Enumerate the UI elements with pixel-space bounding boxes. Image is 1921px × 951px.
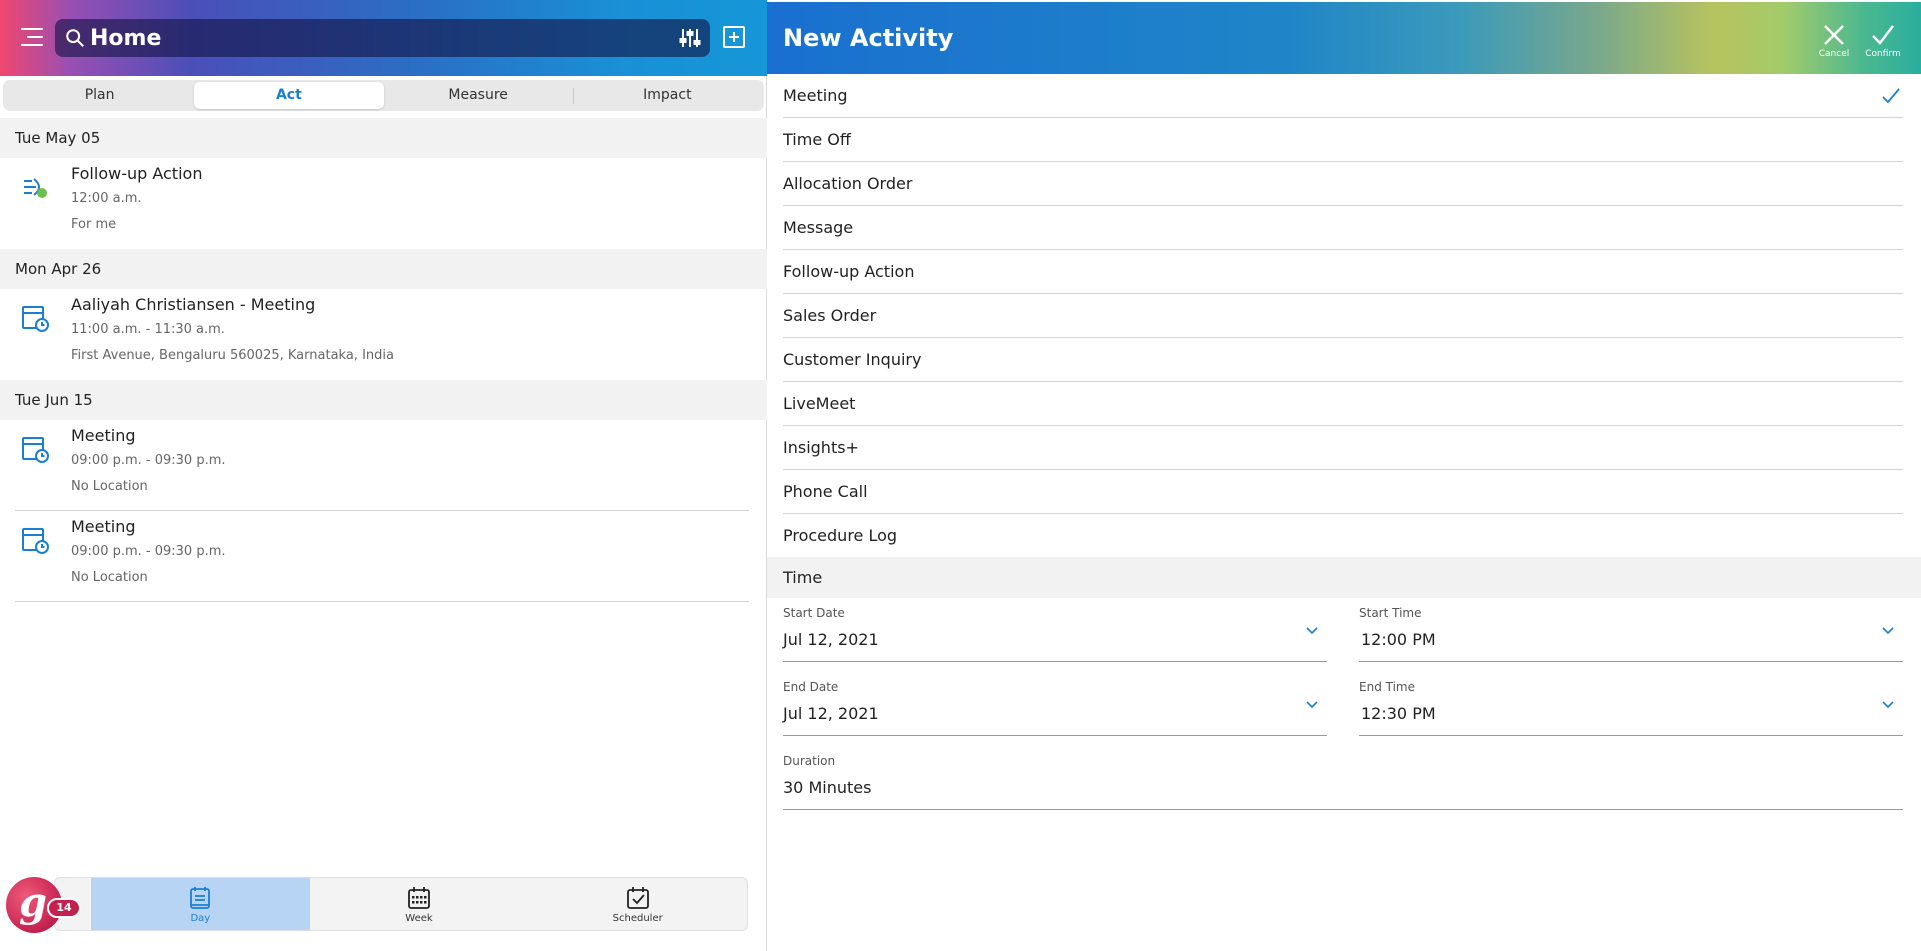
activity-item[interactable]: Follow-up Action 12:00 a.m. For me xyxy=(0,158,767,248)
activity-type-time-off[interactable]: Time Off xyxy=(783,118,1903,162)
activity-time: 09:00 p.m. - 09:30 p.m. xyxy=(71,453,226,468)
activity-type-meeting[interactable]: Meeting xyxy=(783,74,1903,118)
tab-measure[interactable]: Measure xyxy=(384,82,573,109)
top-bar: Home xyxy=(0,0,767,76)
new-activity-panel: New Activity Cancel Confirm Meeting Time… xyxy=(767,0,1921,951)
bottom-nav-label: Scheduler xyxy=(612,912,663,924)
time-section-header: Time xyxy=(767,557,1921,598)
bottom-nav: Day Week Scheduler xyxy=(54,877,748,931)
bottom-nav-day[interactable]: Day xyxy=(91,878,310,930)
bottom-nav-week[interactable]: Week xyxy=(310,878,529,930)
checkmark-icon xyxy=(1882,88,1900,104)
scheduler-icon xyxy=(626,886,649,909)
divider xyxy=(15,601,749,602)
field-value: 12:00 PM xyxy=(1361,630,1436,649)
bottom-nav-scheduler[interactable]: Scheduler xyxy=(528,878,747,930)
activity-type-label: Meeting xyxy=(783,86,848,105)
search-icon xyxy=(66,29,84,47)
field-label: Duration xyxy=(783,754,836,768)
tab-act[interactable]: Act xyxy=(194,82,384,109)
activity-detail: First Avenue, Bengaluru 560025, Karnatak… xyxy=(71,348,394,363)
field-label: Start Time xyxy=(1359,606,1422,620)
day-header: Tue May 05 xyxy=(0,118,767,158)
chevron-down-icon xyxy=(1882,701,1894,709)
activity-type-insights[interactable]: Insights+ xyxy=(783,426,1903,470)
panel-title: New Activity xyxy=(783,24,954,52)
activity-time: 11:00 a.m. - 11:30 a.m. xyxy=(71,322,225,337)
activity-item[interactable]: Aaliyah Christiansen - Meeting 11:00 a.m… xyxy=(0,289,767,380)
day-icon xyxy=(190,886,211,909)
panel-header: New Activity Cancel Confirm xyxy=(767,2,1921,74)
field-value: Jul 12, 2021 xyxy=(783,704,879,723)
activity-detail: No Location xyxy=(71,570,148,585)
activity-item[interactable]: Meeting 09:00 p.m. - 09:30 p.m. No Locat… xyxy=(0,511,767,602)
tab-impact[interactable]: Impact xyxy=(572,82,762,109)
meeting-icon xyxy=(22,306,49,332)
end-time-field[interactable]: End Time 12:30 PM xyxy=(1359,674,1903,736)
start-date-field[interactable]: Start Date Jul 12, 2021 xyxy=(783,600,1327,662)
filter-icon[interactable] xyxy=(678,26,702,50)
activity-detail: For me xyxy=(71,217,117,232)
activity-type-livemeet[interactable]: LiveMeet xyxy=(783,382,1903,426)
field-label: End Time xyxy=(1359,680,1415,694)
close-icon xyxy=(1824,25,1844,45)
chevron-down-icon xyxy=(1306,627,1318,635)
activity-item[interactable]: Meeting 09:00 p.m. - 09:30 p.m. No Locat… xyxy=(0,420,767,511)
activity-list-pane: Home Plan Act Measure Impact Tue May 05 … xyxy=(0,0,767,951)
field-label: End Date xyxy=(783,680,839,694)
activity-title: Follow-up Action xyxy=(71,164,203,183)
bottom-nav-label: Week xyxy=(405,912,433,924)
menu-icon[interactable] xyxy=(21,28,43,46)
meeting-icon xyxy=(22,528,49,554)
activity-type-phone-call[interactable]: Phone Call xyxy=(783,470,1903,514)
notification-badge: 14 xyxy=(47,898,81,918)
activity-title: Aaliyah Christiansen - Meeting xyxy=(71,295,316,314)
field-value: 12:30 PM xyxy=(1361,704,1436,723)
activity-title: Meeting xyxy=(71,517,136,536)
chevron-down-icon xyxy=(1882,627,1894,635)
chevron-down-icon xyxy=(1306,701,1318,709)
day-header: Tue Jun 15 xyxy=(0,380,767,420)
week-icon xyxy=(408,886,430,909)
confirm-label: Confirm xyxy=(1865,49,1901,59)
cancel-button[interactable]: Cancel xyxy=(1813,22,1855,59)
field-value: Jul 12, 2021 xyxy=(783,630,879,649)
confirm-button[interactable]: Confirm xyxy=(1862,22,1904,59)
cancel-label: Cancel xyxy=(1818,49,1850,59)
start-time-field[interactable]: Start Time 12:00 PM xyxy=(1359,600,1903,662)
end-date-field[interactable]: End Date Jul 12, 2021 xyxy=(783,674,1327,736)
duration-field[interactable]: Duration 30 Minutes xyxy=(783,748,1903,810)
activity-time: 09:00 p.m. - 09:30 p.m. xyxy=(71,544,226,559)
activity-type-allocation-order[interactable]: Allocation Order xyxy=(783,162,1903,206)
add-icon[interactable] xyxy=(722,25,746,49)
follow-up-icon xyxy=(24,178,47,198)
activity-title: Meeting xyxy=(71,426,136,445)
bottom-nav-label: Day xyxy=(190,912,211,924)
activity-type-sales-order[interactable]: Sales Order xyxy=(783,294,1903,338)
activity-detail: No Location xyxy=(71,479,148,494)
field-label: Start Date xyxy=(783,606,845,620)
search-bar[interactable]: Home xyxy=(55,19,710,57)
tab-bar: Plan Act Measure Impact xyxy=(3,80,764,111)
activity-type-follow-up-action[interactable]: Follow-up Action xyxy=(783,250,1903,294)
activity-type-procedure-log[interactable]: Procedure Log xyxy=(783,514,1903,558)
tab-plan[interactable]: Plan xyxy=(5,82,194,109)
meeting-icon xyxy=(22,437,49,463)
field-value: 30 Minutes xyxy=(783,778,872,797)
day-header: Mon Apr 26 xyxy=(0,249,767,289)
activity-time: 12:00 a.m. xyxy=(71,191,142,206)
checkmark-icon xyxy=(1872,25,1894,45)
activity-type-message[interactable]: Message xyxy=(783,206,1903,250)
activity-type-customer-inquiry[interactable]: Customer Inquiry xyxy=(783,338,1903,382)
search-text: Home xyxy=(90,25,162,51)
